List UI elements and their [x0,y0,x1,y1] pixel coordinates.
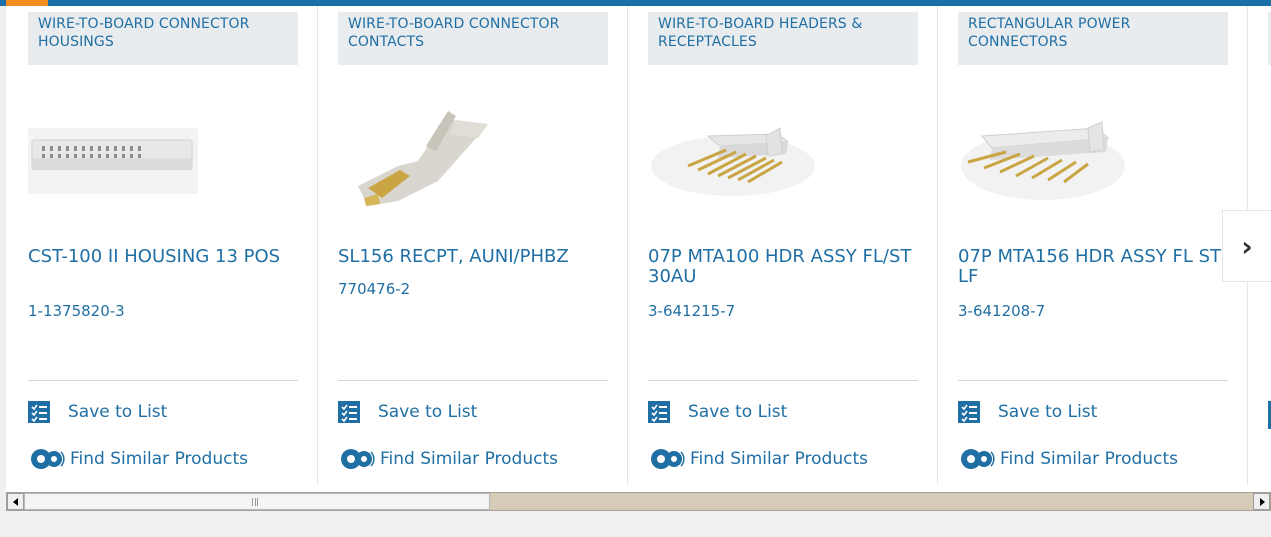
category-label[interactable]: WIRE-TO-BOARD CONNECTOR CONTACTS [338,12,608,65]
divider [648,380,918,381]
triangle-right-icon [1259,497,1265,506]
save-to-list-label: Save to List [378,402,478,422]
product-title[interactable]: SL156 RECPT, AUNI/PHBZ [338,247,608,267]
category-label[interactable]: RECTANGULAR POWER CONNECTORS [958,12,1228,65]
find-similar-button[interactable]: Find Similar Products [28,446,248,472]
carousel-next-button[interactable]: › [1222,210,1271,282]
product-title[interactable]: 07P MTA100 HDR ASSY FL/ST 30AU [648,247,918,287]
gears-icon [341,449,375,469]
gears-icon [961,449,995,469]
chevron-right-icon: › [1241,229,1253,263]
product-card: WIRE-TO-BOARD CONNECTOR CONTACTS SL156 R… [318,6,628,484]
save-to-list-label: Save to List [998,402,1098,422]
category-label[interactable]: WIRE-TO-BOARD HEADERS & RECEPTACLES [648,12,918,65]
window-bottom [0,511,1271,537]
find-similar-button[interactable]: Find Similar Products [958,446,1178,472]
divider [958,380,1228,381]
gears-icon [31,449,65,469]
save-to-list-button[interactable]: Save to List [28,401,167,423]
scroll-left-button[interactable] [7,493,24,510]
checklist-icon [958,401,980,423]
save-to-list-label: Save to List [688,402,788,422]
part-number[interactable]: 770476-2 [338,280,410,298]
part-number[interactable]: 1-1375820-3 [28,302,125,320]
part-number[interactable]: 3-641208-7 [958,302,1045,320]
carousel-track: WIRE-TO-BOARD CONNECTOR HOUSINGS CST-100… [8,6,1271,484]
power-header-image[interactable] [958,106,1128,216]
product-card: RECTANGULAR POWER CONNECTORS 07P MTA156 … [938,6,1248,484]
category-label[interactable]: WIRE-TO-BOARD CONNECTOR HOUSINGS [28,12,298,65]
part-number[interactable]: 3-641215-7 [648,302,735,320]
checklist-icon [28,401,50,423]
product-card: WIRE-TO-BOARD HEADERS & RECEPTACLES 07P … [628,6,938,484]
horizontal-scrollbar[interactable] [6,492,1271,511]
scroll-right-button[interactable] [1253,493,1270,510]
scrollbar-thumb[interactable] [24,493,490,510]
checklist-icon [648,401,670,423]
product-title[interactable]: CST-100 II HOUSING 13 POS [28,247,298,267]
save-to-list-button[interactable]: Save to List [338,401,477,423]
gears-icon [651,449,685,469]
save-to-list-label: Save to List [68,402,168,422]
divider [28,380,298,381]
divider [338,380,608,381]
save-to-list-button[interactable]: Save to List [958,401,1097,423]
find-similar-label: Find Similar Products [690,449,868,469]
product-carousel: WIRE-TO-BOARD CONNECTOR HOUSINGS CST-100… [0,6,1271,484]
contact-image[interactable] [338,106,508,216]
grip-icon [252,498,258,506]
save-to-list-button[interactable]: Save to List [648,401,787,423]
find-similar-button[interactable]: Find Similar Products [648,446,868,472]
find-similar-label: Find Similar Products [380,449,558,469]
product-card: WIRE-TO-BOARD CONNECTOR HOUSINGS CST-100… [8,6,318,484]
checklist-icon [338,401,360,423]
find-similar-label: Find Similar Products [70,449,248,469]
triangle-left-icon [12,497,18,506]
housing-image[interactable] [28,106,198,216]
find-similar-label: Find Similar Products [1000,449,1178,469]
find-similar-button[interactable]: Find Similar Products [338,446,558,472]
product-title[interactable]: 07P MTA156 HDR ASSY FL ST LF [958,247,1228,287]
header-image[interactable] [648,106,818,216]
